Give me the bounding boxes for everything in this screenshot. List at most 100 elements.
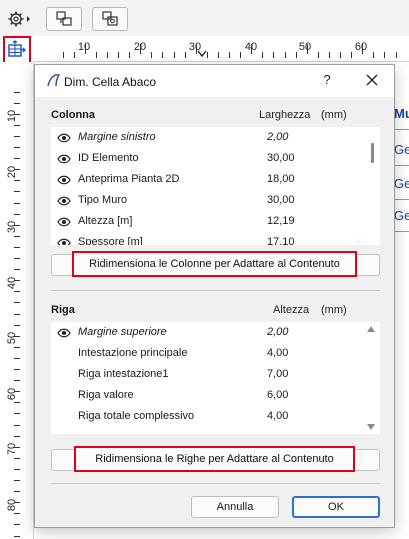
ok-button[interactable]: OK — [292, 496, 380, 518]
ruler-tick — [384, 52, 386, 58]
list-item[interactable]: Margine sinistro 2,00 — [51, 128, 380, 148]
ruler-tick — [229, 52, 231, 58]
ruler-tick — [14, 291, 20, 293]
dialog-titlebar: Dim. Cella Abaco ? — [35, 65, 394, 97]
sheet-cell-1[interactable]: Ge — [394, 142, 409, 157]
ruler-tick — [14, 446, 20, 448]
list-item-value[interactable]: 12,19 — [267, 215, 295, 227]
ruler-tick — [14, 235, 20, 237]
row-list[interactable]: Margine superiore 2,00 Intestazione prin… — [51, 322, 380, 434]
list-item-label: Altezza [m] — [78, 215, 133, 227]
sheet-cell-2[interactable]: Ge — [394, 176, 409, 191]
ruler-tick — [14, 402, 20, 404]
list-item-value[interactable]: 2,00 — [267, 326, 288, 338]
scroll-up-icon[interactable] — [366, 325, 376, 333]
sheet-cell-3[interactable]: Ge — [394, 208, 409, 223]
ruler-tick — [14, 413, 20, 415]
ruler-tick — [217, 52, 219, 58]
list-item-label: Intestazione principale — [78, 347, 188, 359]
fit-rows-button[interactable]: Ridimensiona le Righe per Adattare al Co… — [74, 446, 355, 472]
ruler-tick — [14, 91, 20, 93]
list-item-value[interactable]: 4,00 — [267, 410, 288, 422]
ruler-label: 50 — [298, 41, 312, 53]
ruler-tick — [14, 180, 20, 182]
eye-icon[interactable] — [57, 154, 71, 164]
list-item[interactable]: Riga valore 6,00 — [51, 386, 380, 406]
cancel-button[interactable]: Annulla — [191, 496, 279, 518]
ruler-tick — [14, 424, 20, 426]
list-item[interactable]: Anteprima Pianta 2D 18,00 — [51, 170, 380, 190]
list-item-value[interactable]: 17,10 — [267, 236, 295, 245]
eye-icon[interactable] — [57, 328, 71, 338]
ruler-tick — [173, 52, 175, 58]
eye-icon[interactable] — [57, 238, 71, 245]
ruler-tick — [118, 52, 120, 58]
ruler-tick — [14, 269, 20, 271]
close-icon[interactable] — [363, 71, 381, 89]
list-item-value[interactable]: 7,00 — [267, 368, 288, 380]
list-item-value[interactable]: 30,00 — [267, 194, 295, 206]
list-item-label: Spessore [m] — [78, 236, 143, 245]
list-item[interactable]: Altezza [m] 12,19 — [51, 212, 380, 232]
list-item[interactable]: Margine superiore 2,00 — [51, 323, 380, 343]
eye-icon[interactable] — [57, 196, 71, 206]
grid-view-button[interactable] — [46, 7, 82, 31]
list-item-value[interactable]: 4,00 — [267, 347, 288, 359]
ruler-tick — [106, 52, 108, 58]
ruler-tick — [14, 135, 20, 137]
ruler-tick — [14, 169, 20, 171]
ruler-tick — [14, 102, 20, 104]
grid-settings-button[interactable] — [92, 7, 128, 31]
column-list[interactable]: Margine sinistro 2,00 ID Elemento 30,00 … — [51, 127, 380, 245]
ruler-tick — [340, 52, 342, 58]
horizontal-ruler: 10 20 30 40 50 60 — [34, 36, 409, 62]
list-item[interactable]: Riga intestazione1 7,00 — [51, 365, 380, 385]
ruler-position-marker — [197, 50, 207, 58]
ruler-label: 60 — [6, 387, 19, 401]
list-item-label: Tipo Muro — [78, 194, 128, 206]
list-item[interactable]: Tipo Muro 30,00 — [51, 191, 380, 211]
eye-icon[interactable] — [57, 175, 71, 185]
ruler-tick — [295, 52, 297, 58]
ruler-label: 20 — [6, 165, 19, 179]
list-item-value[interactable]: 2,00 — [267, 131, 288, 143]
ruler-label: 30 — [6, 220, 19, 234]
toolbar — [0, 0, 409, 36]
ruler-label: 10 — [6, 109, 19, 123]
eye-icon[interactable] — [57, 217, 71, 227]
footer-divider — [51, 483, 380, 484]
ruler-tick — [14, 302, 20, 304]
list-item-value[interactable]: 18,00 — [267, 173, 295, 185]
ruler-tick — [317, 52, 319, 58]
ruler-tick — [14, 457, 20, 459]
list-item-label: Margine superiore — [78, 326, 167, 338]
ruler-tick — [14, 280, 20, 282]
scroll-down-icon[interactable] — [366, 423, 376, 431]
row-unit-label: (mm) — [321, 304, 347, 316]
list-item-value[interactable]: 30,00 — [267, 152, 295, 164]
ruler-tick — [14, 480, 20, 482]
list-item[interactable]: ID Elemento 30,00 — [51, 149, 380, 169]
list-item-value[interactable]: 6,00 — [267, 389, 288, 401]
fit-columns-button[interactable]: Ridimensiona le Colonne per Adattare al … — [72, 251, 357, 277]
cell-size-button[interactable] — [3, 36, 31, 64]
help-button[interactable]: ? — [319, 72, 335, 90]
scrollbar-thumb[interactable] — [371, 143, 374, 163]
list-item[interactable]: Intestazione principale 4,00 — [51, 344, 380, 364]
sheet-header-cell: Mu — [394, 106, 409, 121]
ruler-tick — [284, 52, 286, 58]
ruler-tick — [14, 324, 20, 326]
ruler-tick — [362, 44, 364, 54]
ruler-tick — [84, 44, 86, 54]
list-item[interactable]: Spessore [m] 17,10 — [51, 233, 380, 245]
list-item[interactable]: Riga totale complessivo 4,00 — [51, 407, 380, 427]
ruler-tick — [14, 524, 20, 526]
ruler-tick — [14, 147, 20, 149]
eye-icon[interactable] — [57, 133, 71, 143]
ruler-tick — [14, 113, 20, 115]
list-item-label: Riga intestazione1 — [78, 368, 169, 380]
row-section-title: Riga — [51, 304, 75, 316]
ruler-label: 70 — [6, 442, 19, 456]
ruler-tick — [14, 158, 20, 160]
settings-gear-button[interactable] — [5, 7, 35, 31]
